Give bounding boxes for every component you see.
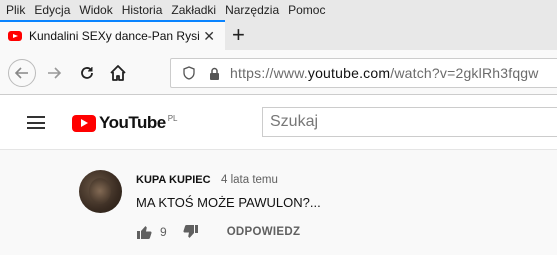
tab-close-icon[interactable]: ✕	[203, 28, 215, 45]
new-tab-button[interactable]: +	[232, 22, 245, 48]
menu-zakladki[interactable]: Zakładki	[171, 3, 216, 17]
comment-time[interactable]: 4 lata temu	[221, 174, 278, 186]
comment-text: MA KTOŚ MOŻE PAWULON?...	[136, 195, 321, 210]
back-icon[interactable]	[8, 59, 36, 87]
tab-strip: Kundalini SEXy dance-Pan Rysi ✕ +	[0, 20, 557, 50]
thumb-down-icon[interactable]	[183, 224, 199, 240]
lock-icon[interactable]	[209, 67, 220, 80]
search-input[interactable]: Szukaj	[262, 107, 557, 137]
url-bar[interactable]: https://www.youtube.com/watch?v=2gklRh3f…	[170, 58, 557, 88]
comment: KUPA KUPIEC 4 lata temu MA KTOŚ MOŻE PAW…	[0, 150, 557, 255]
reply-button[interactable]: ODPOWIEDZ	[227, 226, 301, 238]
thumb-up-icon[interactable]	[136, 224, 152, 240]
url-domain: youtube.com	[307, 65, 391, 81]
menu-plik[interactable]: Plik	[6, 3, 25, 17]
menu-bar: Plik Edycja Widok Historia Zakładki Narz…	[0, 0, 557, 20]
url-suffix: /watch?v=2gklRh3fqgw	[390, 65, 539, 81]
menu-edycja[interactable]: Edycja	[34, 3, 70, 17]
menu-historia[interactable]: Historia	[122, 3, 163, 17]
menu-narzedzia[interactable]: Narzędzia	[225, 3, 279, 17]
tab-title: Kundalini SEXy dance-Pan Rysi	[29, 29, 199, 43]
nav-bar: https://www.youtube.com/watch?v=2gklRh3f…	[0, 50, 557, 95]
youtube-play-icon	[72, 114, 96, 132]
menu-pomoc[interactable]: Pomoc	[288, 3, 325, 17]
youtube-favicon-icon	[8, 31, 22, 41]
reload-icon[interactable]	[76, 62, 98, 84]
url-prefix: https://www.	[230, 65, 308, 81]
youtube-header: YouTube PL Szukaj	[0, 95, 557, 150]
menu-widok[interactable]: Widok	[79, 3, 112, 17]
youtube-logo[interactable]: YouTube PL	[72, 113, 178, 133]
shield-icon[interactable]	[183, 66, 195, 80]
like-count: 9	[160, 225, 167, 239]
country-code: PL	[167, 113, 178, 123]
tab-active[interactable]: Kundalini SEXy dance-Pan Rysi ✕	[0, 20, 225, 50]
forward-icon[interactable]	[43, 62, 65, 84]
home-icon[interactable]	[107, 62, 129, 84]
comment-actions: 9 ODPOWIEDZ	[136, 224, 300, 240]
avatar[interactable]	[79, 170, 122, 213]
comment-author[interactable]: KUPA KUPIEC	[136, 174, 211, 186]
url-text: https://www.youtube.com/watch?v=2gklRh3f…	[230, 65, 539, 81]
youtube-logo-text: YouTube	[99, 113, 166, 132]
menu-icon[interactable]	[27, 116, 45, 129]
